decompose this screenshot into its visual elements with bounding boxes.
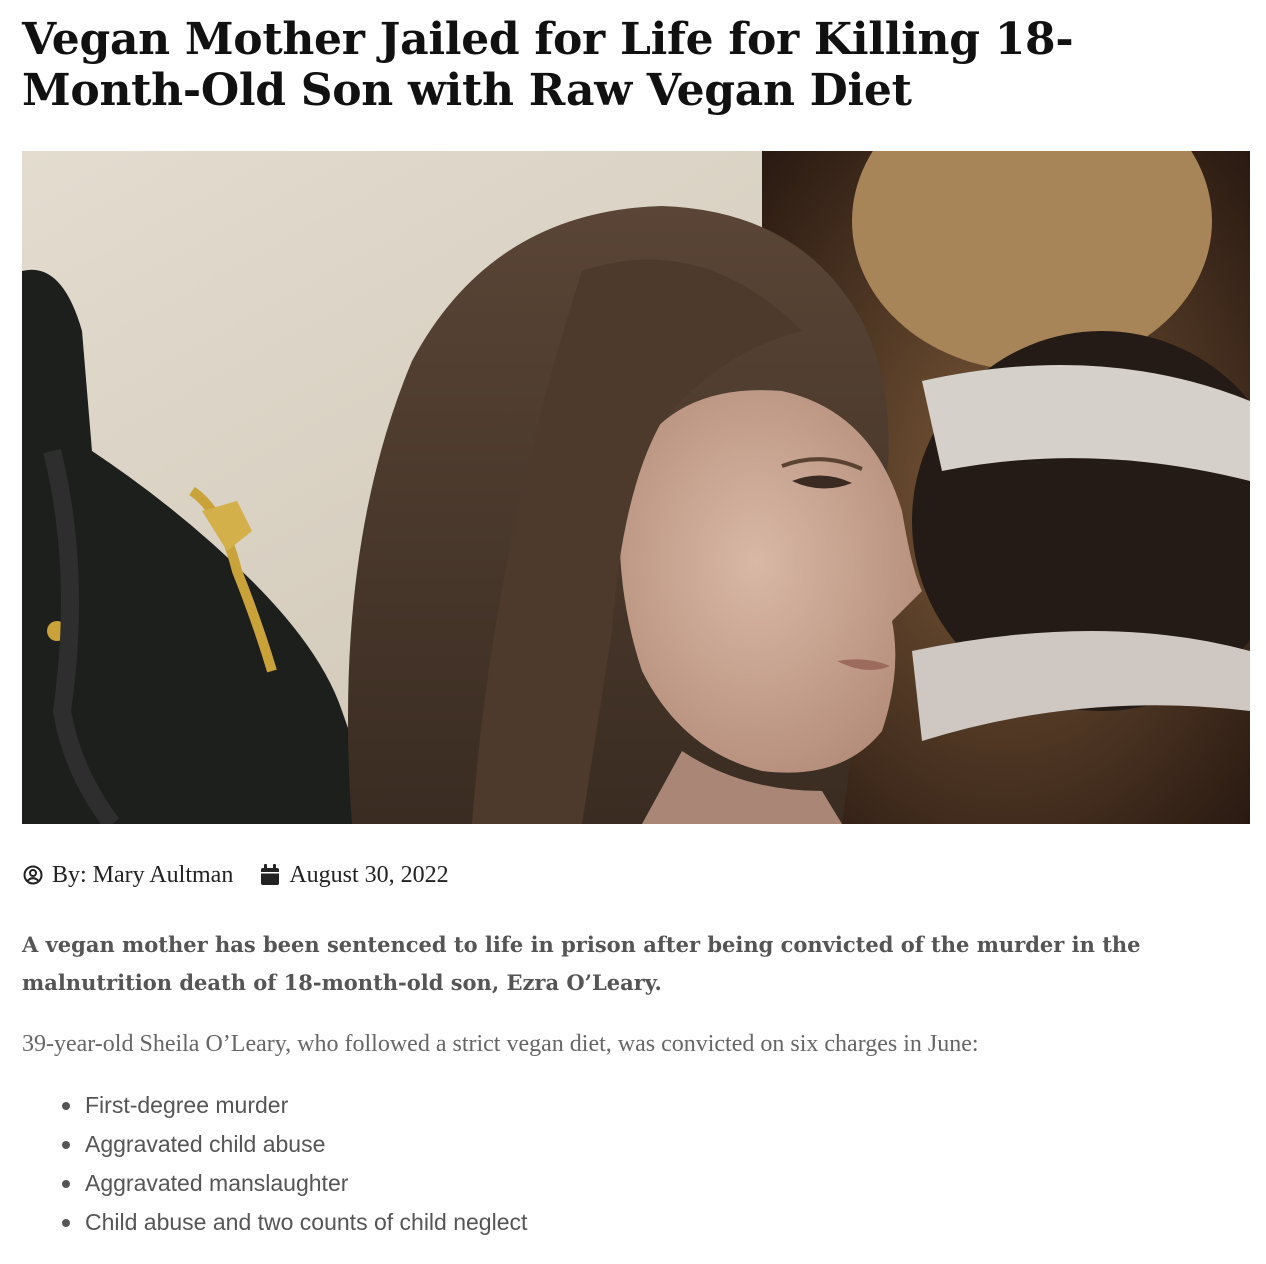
article-headline: Vegan Mother Jailed for Life for Killing… [22, 14, 1074, 116]
publish-date: August 30, 2022 [259, 861, 449, 889]
list-item: Child abuse and two counts of child negl… [62, 1203, 527, 1242]
article-lead: A vegan mother has been sentenced to lif… [22, 932, 1141, 995]
bullet-icon [62, 1140, 70, 1149]
charge-text: Aggravated manslaughter [85, 1170, 349, 1196]
article-meta: By: Mary Aultman August 30, 2022 [22, 860, 449, 890]
charge-text: First-degree murder [85, 1092, 289, 1118]
charge-text: Aggravated child abuse [85, 1131, 326, 1157]
charges-list: First-degree murder Aggravated child abu… [62, 1086, 527, 1242]
author[interactable]: By: Mary Aultman [22, 862, 233, 889]
user-circle-icon [22, 864, 44, 886]
bullet-icon [62, 1179, 70, 1188]
list-item: Aggravated manslaughter [62, 1164, 527, 1203]
calendar-icon [259, 864, 281, 886]
bullet-icon [62, 1101, 70, 1110]
hero-image [22, 151, 1250, 824]
bullet-icon [62, 1218, 70, 1227]
date-text: August 30, 2022 [289, 861, 449, 888]
charge-text: Child abuse and two counts of child negl… [85, 1209, 528, 1235]
author-name: By: Mary Aultman [52, 861, 234, 888]
article: Vegan Mother Jailed for Life for Killing… [22, 14, 1250, 116]
list-item: First-degree murder [62, 1086, 527, 1125]
list-item: Aggravated child abuse [62, 1125, 527, 1164]
article-paragraph: 39-year-old Sheila O’Leary, who followed… [22, 1031, 979, 1057]
